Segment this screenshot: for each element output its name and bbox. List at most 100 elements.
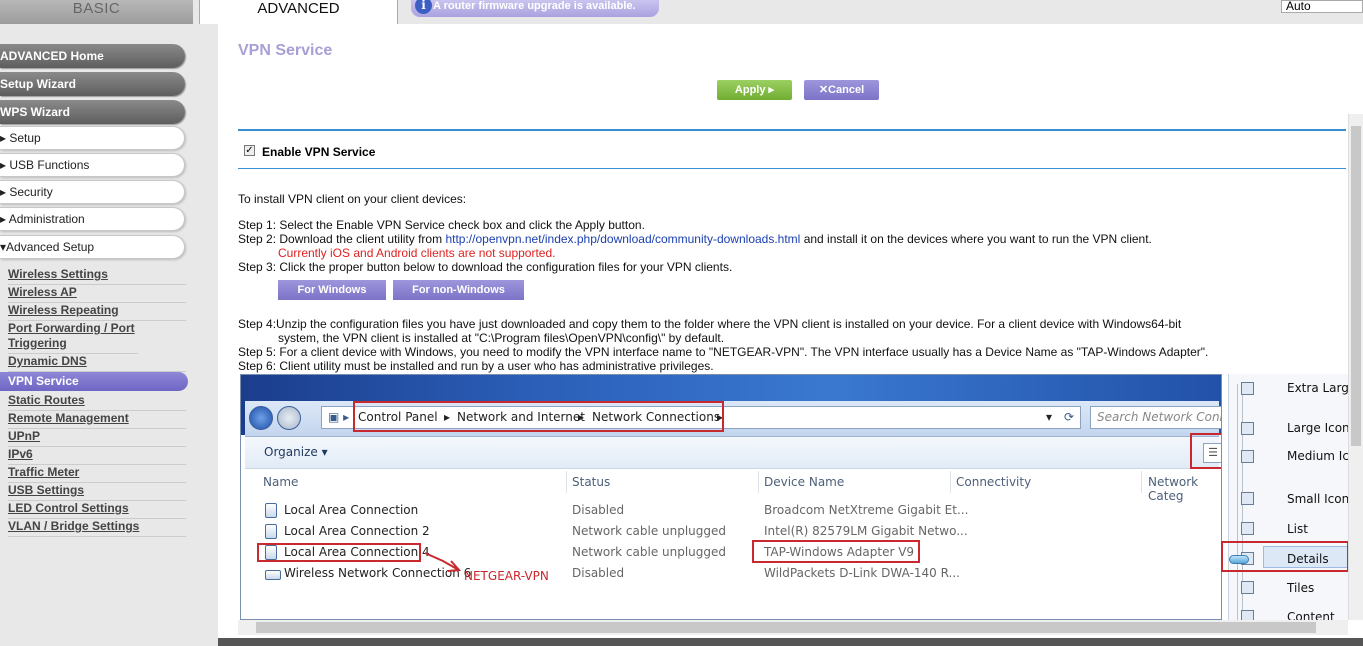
step3-text: Step 3: Click the proper button below to…: [238, 260, 733, 274]
annotation-box-details: [1221, 541, 1349, 572]
connection-status: Disabled: [572, 503, 625, 517]
for-windows-button[interactable]: For Windows: [278, 280, 386, 300]
sidebar-advanced-home[interactable]: ADVANCED Home: [0, 44, 185, 68]
language-select[interactable]: Auto: [1281, 0, 1363, 13]
sidebar-usb-functions[interactable]: ▸ USB Functions: [0, 153, 185, 177]
sidebar-setup[interactable]: ▸ Setup: [0, 126, 185, 150]
step6-text: Step 6: Client utility must be installed…: [238, 359, 714, 373]
sidebar-link-upnp[interactable]: UPnP: [8, 429, 186, 447]
annotation-box-view-button: [1190, 433, 1221, 469]
step1-text: Step 1: Select the Enable VPN Service ch…: [238, 218, 645, 232]
column-device-name[interactable]: Device Name: [764, 475, 844, 489]
divider-top: [238, 129, 1346, 131]
sidebar-link-vlan-bridge[interactable]: VLAN / Bridge Settings: [8, 519, 186, 537]
view-small-icons[interactable]: Small Icons: [1287, 492, 1355, 506]
column-status[interactable]: Status: [572, 475, 610, 489]
wireless-signal-icon: [265, 570, 281, 580]
sidebar-link-led-control[interactable]: LED Control Settings: [8, 501, 186, 519]
sidebar-link-remote-management[interactable]: Remote Management: [8, 411, 186, 429]
column-separator: [758, 471, 759, 493]
annotation-arrow-icon: [424, 552, 462, 572]
apply-button[interactable]: Apply ▸: [717, 80, 792, 100]
sidebar-advanced-setup[interactable]: ▾Advanced Setup: [0, 235, 185, 259]
view-menu: Extra Large Large Icons Medium Ico Small…: [1221, 374, 1356, 624]
connection-device: Broadcom NetXtreme Gigabit Et...: [764, 503, 969, 517]
sidebar-link-wireless-settings[interactable]: Wireless Settings: [8, 267, 186, 285]
forward-arrow-icon[interactable]: [277, 406, 301, 430]
tab-basic[interactable]: BASIC: [0, 0, 193, 24]
sidebar-link-vpn-service[interactable]: VPN Service: [0, 372, 188, 391]
annotation-label: NETGEAR-VPN: [464, 569, 549, 583]
annotation-box-connection: [257, 543, 421, 562]
view-large-icons[interactable]: Large Icons: [1287, 421, 1356, 435]
divider-bottom: [238, 168, 1346, 169]
sidebar-link-ipv6[interactable]: IPv6: [8, 447, 186, 465]
step2-suffix: and install it on the devices where you …: [803, 232, 1152, 246]
step2-prefix: Step 2: Download the client utility from: [238, 232, 443, 246]
small-icons-icon: [1241, 492, 1254, 505]
tiles-icon: [1241, 581, 1254, 594]
connection-row[interactable]: Wireless Network Connection 6 Disabled W…: [241, 563, 1221, 584]
large-icons-icon: [1241, 422, 1254, 435]
annotation-box-device: [752, 540, 920, 563]
connection-status: Network cable unplugged: [572, 524, 727, 538]
status-bar: [218, 638, 1363, 646]
sidebar-link-dynamic-dns[interactable]: Dynamic DNS: [8, 354, 186, 372]
horizontal-scroll-thumb[interactable]: [256, 622, 1316, 633]
column-connectivity[interactable]: Connectivity: [956, 475, 1031, 489]
column-separator: [950, 471, 951, 493]
sidebar-security[interactable]: ▸ Security: [0, 180, 185, 204]
sidebar-link-usb-settings[interactable]: USB Settings: [8, 483, 186, 501]
view-list[interactable]: List: [1287, 522, 1308, 536]
vertical-scroll-thumb[interactable]: [1351, 126, 1361, 446]
search-input[interactable]: Search Network Connecti: [1090, 406, 1221, 429]
column-name[interactable]: Name: [263, 475, 298, 489]
sidebar-link-port-forwarding[interactable]: Port Forwarding / Port Triggering: [8, 321, 138, 354]
step4-text: Step 4:Unzip the configuration files you…: [238, 317, 1182, 331]
column-separator: [566, 471, 567, 493]
firmware-upgrade-notice[interactable]: i A router firmware upgrade is available…: [411, 0, 659, 17]
cancel-button[interactable]: ✕Cancel: [804, 80, 879, 100]
openvpn-download-link[interactable]: http://openvpn.net/index.php/download/co…: [445, 232, 800, 246]
step2-text: Step 2: Download the client utility from…: [238, 232, 1152, 246]
view-medium-icons[interactable]: Medium Ico: [1287, 449, 1356, 463]
sidebar-setup-wizard[interactable]: Setup Wizard: [0, 72, 185, 96]
step5-text: Step 5: For a client device with Windows…: [238, 345, 1209, 359]
list-icon: [1241, 522, 1254, 535]
dropdown-arrow-icon[interactable]: ▾: [1046, 407, 1052, 428]
connection-device: WildPackets D-Link DWA-140 R...: [764, 566, 960, 580]
connection-device: Intel(R) 82579LM Gigabit Netwo...: [764, 524, 968, 538]
connection-name: Local Area Connection: [284, 503, 419, 517]
sidebar-link-wireless-ap[interactable]: Wireless AP: [8, 285, 186, 303]
column-network-category[interactable]: Network Categ: [1148, 475, 1221, 503]
sidebar-link-static-routes[interactable]: Static Routes: [8, 393, 186, 411]
intro-text: To install VPN client on your client dev…: [238, 192, 467, 206]
column-separator: [1141, 471, 1142, 493]
network-adapter-icon: [265, 524, 277, 539]
enable-vpn-checkbox[interactable]: ✓: [244, 145, 255, 156]
page-title: VPN Service: [238, 42, 333, 59]
sidebar-link-wireless-repeating[interactable]: Wireless Repeating: [8, 303, 186, 321]
organize-button[interactable]: Organize ▾: [264, 445, 328, 459]
connection-row[interactable]: Local Area Connection 2 Network cable un…: [241, 521, 1221, 542]
step4-path-text: system, the VPN client is installed at "…: [278, 331, 725, 345]
enable-vpn-label: Enable VPN Service: [262, 145, 376, 159]
network-connections-screenshot: ▣ ▸ Control Panel ▸ Network and Internet…: [240, 374, 1222, 620]
sidebar-link-traffic-meter[interactable]: Traffic Meter: [8, 465, 186, 483]
explorer-toolbar: Organize ▾ ☰: [245, 437, 1221, 469]
view-extra-large[interactable]: Extra Large: [1287, 381, 1356, 395]
connection-row[interactable]: Local Area Connection Disabled Broadcom …: [241, 500, 1221, 521]
refresh-icon[interactable]: ⟳: [1064, 407, 1074, 428]
step2-note: Currently iOS and Android clients are no…: [278, 246, 556, 260]
connection-status: Network cable unplugged: [572, 545, 727, 559]
info-icon: i: [415, 0, 432, 14]
sidebar-administration[interactable]: ▸ Administration: [0, 207, 185, 231]
sidebar-wps-wizard[interactable]: WPS Wizard: [0, 100, 185, 124]
view-tiles[interactable]: Tiles: [1287, 581, 1314, 595]
network-adapter-icon: [265, 503, 277, 518]
back-arrow-icon[interactable]: [249, 406, 273, 430]
for-non-windows-button[interactable]: For non-Windows: [393, 280, 524, 300]
vertical-scrollbar[interactable]: [1348, 114, 1363, 620]
horizontal-scrollbar[interactable]: [238, 620, 1348, 635]
tab-advanced[interactable]: ADVANCED: [199, 0, 398, 24]
